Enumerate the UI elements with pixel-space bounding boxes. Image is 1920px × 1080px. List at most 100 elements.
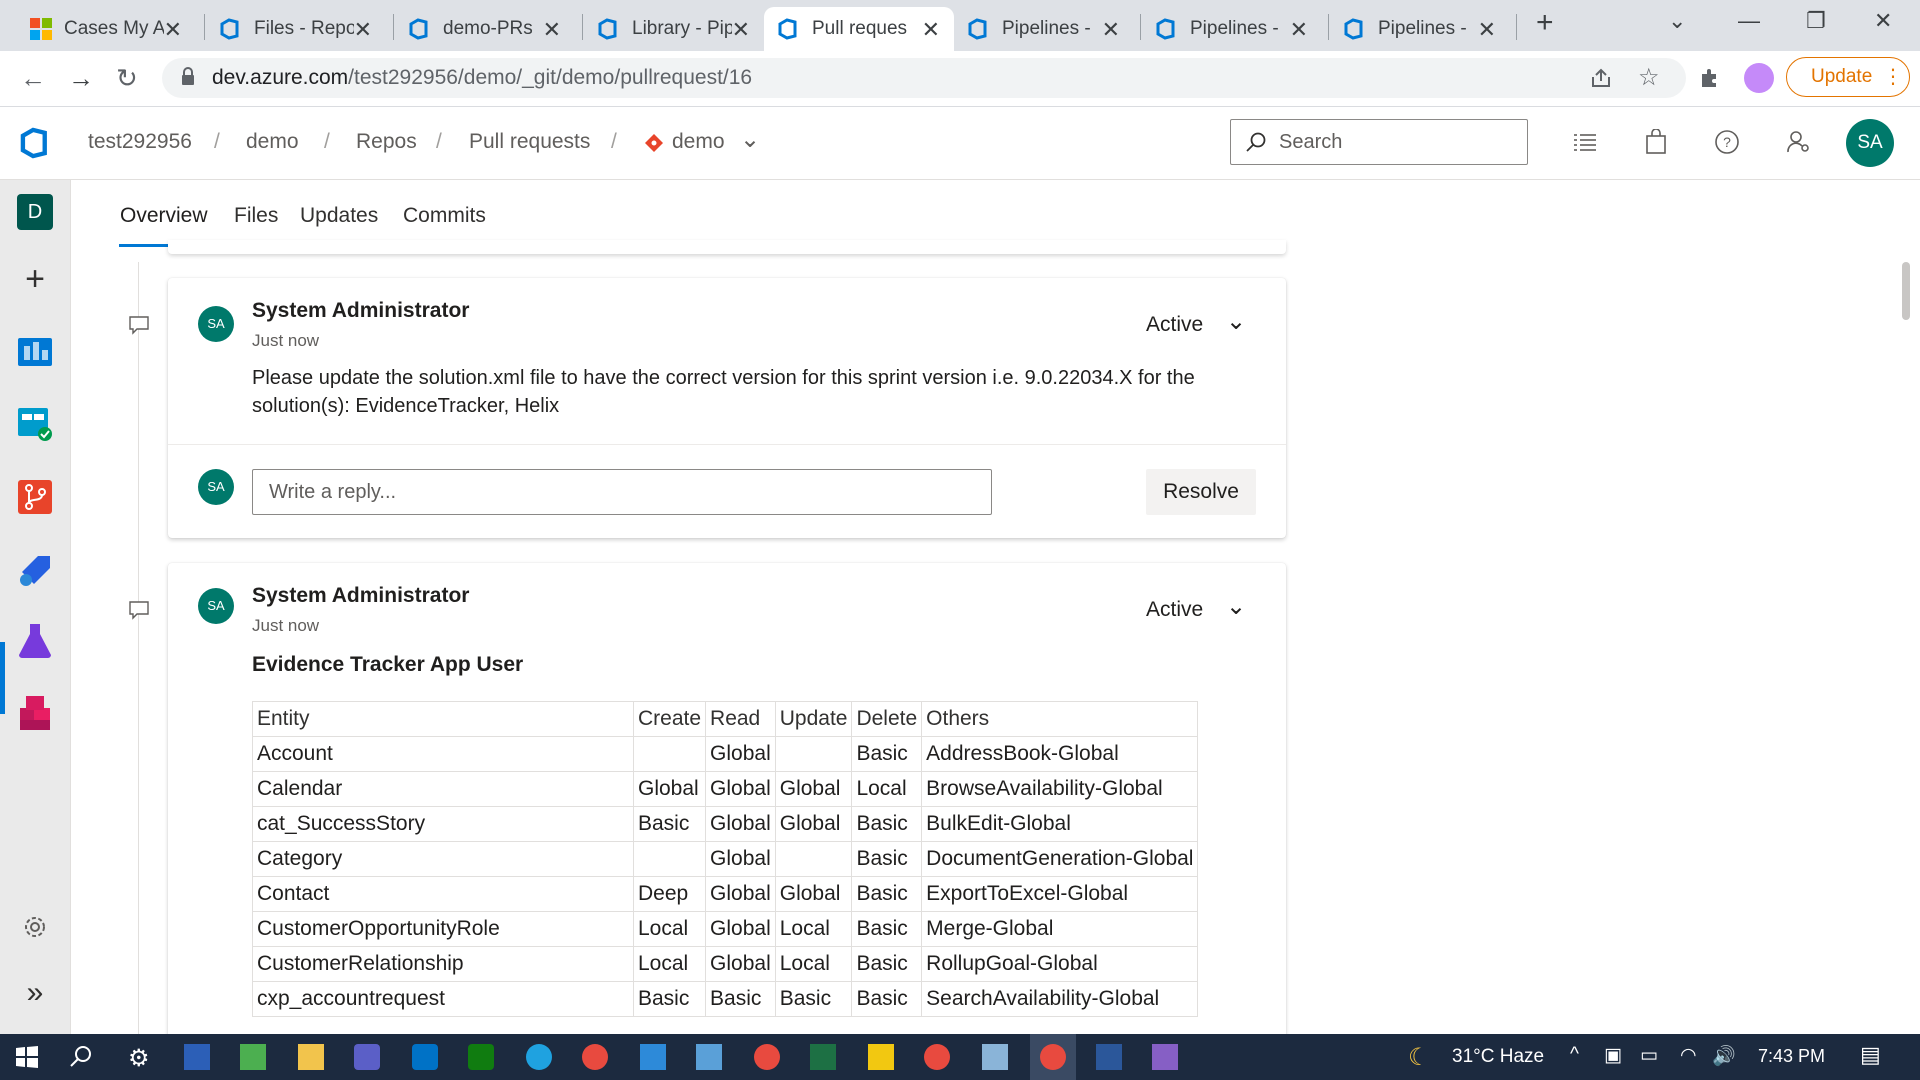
chevron-up-icon[interactable]: ^ [1570, 1044, 1579, 1066]
project-avatar[interactable]: D [17, 194, 53, 230]
bookmark-star-icon[interactable]: ☆ [1638, 63, 1660, 92]
chevron-down-icon[interactable]: ⌄ [740, 125, 760, 154]
power-bi-icon[interactable] [868, 1044, 894, 1070]
boards-icon[interactable] [16, 404, 54, 442]
tab-files[interactable]: Files [234, 204, 278, 228]
repos-icon[interactable] [16, 478, 54, 516]
browser-tab[interactable]: Cases My A ✕ [16, 7, 196, 51]
outlook-icon[interactable] [412, 1044, 438, 1070]
close-icon[interactable]: ✕ [732, 17, 750, 43]
breadcrumb-pull-requests[interactable]: Pull requests [469, 130, 590, 154]
browser-tab[interactable]: Files - Repo ✕ [206, 7, 386, 51]
vertical-scrollbar-thumb[interactable] [1902, 262, 1910, 320]
reload-icon[interactable]: ↻ [116, 63, 138, 94]
table-cell: Calendar [252, 771, 634, 807]
volume-icon[interactable]: 🔊 [1712, 1044, 1736, 1068]
add-icon[interactable]: + [16, 260, 54, 298]
search-icon[interactable] [68, 1044, 94, 1070]
rail-active-indicator [0, 642, 5, 714]
browser-tab[interactable]: Pipelines - ✕ [1330, 7, 1510, 51]
chrome-icon[interactable] [582, 1044, 608, 1070]
display-icon[interactable]: ▣ [1604, 1044, 1622, 1067]
table-row: Contact Deep Global Global Basic ExportToExce… [252, 876, 1199, 912]
forward-icon[interactable]: → [68, 63, 94, 94]
help-icon[interactable]: ? [1714, 129, 1740, 155]
reply-input[interactable]: Write a reply... [252, 469, 992, 515]
extensions-icon[interactable] [1698, 66, 1722, 90]
column-header: Update [774, 701, 853, 737]
tab-overview[interactable]: Overview [120, 204, 208, 228]
artifacts-icon[interactable] [16, 694, 54, 732]
battery-icon[interactable]: ▭ [1640, 1044, 1658, 1067]
breadcrumb-project[interactable]: demo [246, 130, 299, 154]
user-avatar[interactable]: SA [1846, 119, 1894, 167]
browser-tab[interactable]: Library - Pip ✕ [584, 7, 764, 51]
chrome-icon[interactable] [754, 1044, 780, 1070]
browser-tab[interactable]: Pipelines - ✕ [954, 7, 1134, 51]
back-icon[interactable]: ← [20, 63, 46, 94]
teams-icon[interactable] [354, 1044, 380, 1070]
thread-status-dropdown[interactable]: Active ⌄ [1146, 308, 1246, 337]
tab-commits[interactable]: Commits [403, 204, 486, 228]
chrome-icon[interactable] [924, 1044, 950, 1070]
search-input[interactable]: Search [1230, 119, 1528, 165]
settings-gear-icon[interactable]: ⚙ [128, 1044, 154, 1072]
thread-status-dropdown[interactable]: Active ⌄ [1146, 593, 1246, 622]
browser-tab[interactable]: demo-PRs ✕ [395, 7, 575, 51]
url-field[interactable]: dev.azure.com/test292956/demo/_git/demo/… [162, 58, 1686, 98]
clock-time[interactable]: 7:43 PM [1758, 1046, 1825, 1067]
more-icon[interactable]: ⋮ [1883, 64, 1903, 89]
table-cell: Basic [774, 981, 853, 1017]
chat-icon[interactable] [468, 1044, 494, 1070]
edge-icon[interactable] [526, 1044, 552, 1070]
minimize-icon[interactable]: — [1738, 8, 1760, 34]
excel-icon[interactable] [810, 1044, 836, 1070]
browser-update-button[interactable]: Update ⋮ [1786, 57, 1910, 97]
weather-moon-icon[interactable]: ☾ [1408, 1043, 1430, 1072]
expand-rail-icon[interactable]: » [16, 974, 54, 1012]
table-cell: DocumentGeneration-Global [921, 841, 1199, 877]
tab-updates[interactable]: Updates [300, 204, 378, 228]
wifi-icon[interactable]: ◠ [1680, 1044, 1697, 1067]
test-plans-icon[interactable] [16, 622, 54, 660]
word-icon[interactable] [1096, 1044, 1122, 1070]
weather-text[interactable]: 31°C Haze [1452, 1046, 1544, 1068]
chrome-icon[interactable] [1040, 1044, 1066, 1070]
breadcrumb-repo[interactable]: demo [672, 130, 725, 154]
profile-icon[interactable] [1744, 63, 1774, 93]
new-tab-icon[interactable]: + [1536, 6, 1554, 40]
browser-tab-active[interactable]: Pull reques ✕ [764, 7, 954, 51]
close-icon[interactable]: ✕ [164, 17, 182, 43]
azure-devops-logo-icon[interactable] [20, 127, 52, 159]
windows-start-icon[interactable] [14, 1044, 40, 1070]
notifications-icon[interactable]: ▤ [1860, 1042, 1881, 1068]
user-settings-icon[interactable] [1786, 129, 1812, 155]
powershell-icon[interactable] [184, 1044, 210, 1070]
close-icon[interactable]: ✕ [1102, 17, 1120, 43]
vscode-icon[interactable] [640, 1044, 666, 1070]
overview-icon[interactable] [16, 332, 54, 370]
list-settings-icon[interactable] [1572, 129, 1598, 155]
pipelines-icon[interactable] [16, 550, 54, 588]
close-icon[interactable]: ✕ [354, 17, 372, 43]
file-explorer-icon[interactable] [298, 1044, 324, 1070]
chevron-down-icon[interactable]: ⌄ [1668, 8, 1686, 34]
note-app-icon[interactable] [982, 1044, 1008, 1070]
share-icon[interactable] [1590, 67, 1612, 89]
network-tool-icon[interactable] [696, 1044, 722, 1070]
close-icon[interactable]: ✕ [1478, 17, 1496, 43]
notepad-icon[interactable] [240, 1044, 266, 1070]
close-window-icon[interactable]: ✕ [1874, 8, 1892, 34]
restore-icon[interactable]: ❐ [1806, 8, 1826, 34]
azure-devops-icon [220, 18, 239, 40]
project-settings-gear-icon[interactable] [16, 908, 54, 946]
visual-studio-icon[interactable] [1152, 1044, 1178, 1070]
close-icon[interactable]: ✕ [922, 17, 940, 43]
browser-tab[interactable]: Pipelines - ✕ [1142, 7, 1322, 51]
close-icon[interactable]: ✕ [1290, 17, 1308, 43]
close-icon[interactable]: ✕ [543, 17, 561, 43]
breadcrumb-repos[interactable]: Repos [356, 130, 417, 154]
breadcrumb-org[interactable]: test292956 [88, 130, 192, 154]
marketplace-bag-icon[interactable] [1644, 129, 1668, 155]
resolve-button[interactable]: Resolve [1146, 469, 1256, 515]
